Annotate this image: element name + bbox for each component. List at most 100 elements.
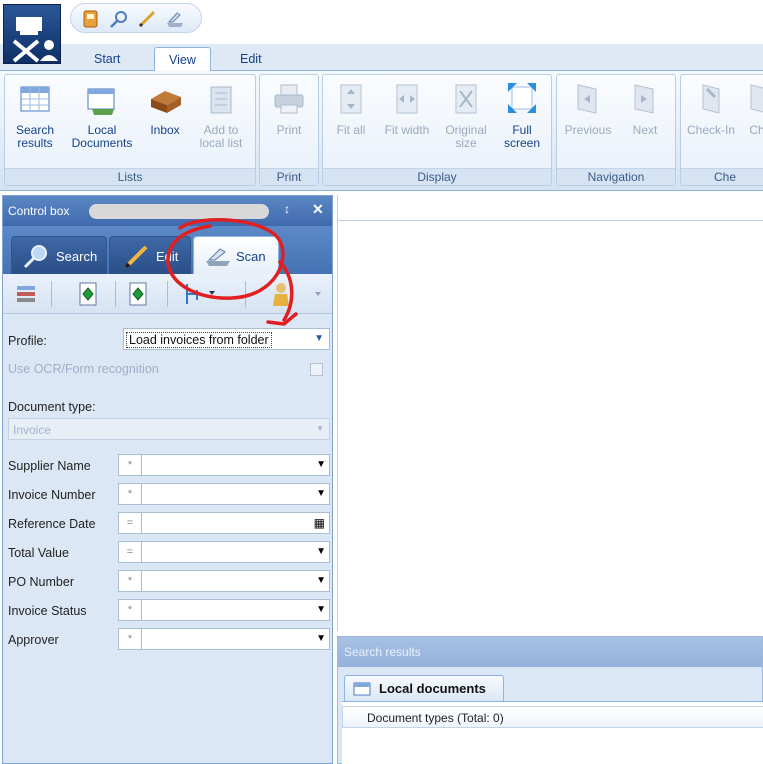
invoice-number-label: Invoice Number [8,488,96,502]
tab-edit-panel[interactable]: Edit [109,236,191,274]
check-out-icon [747,79,763,117]
local-documents-icon [84,79,120,117]
reference-date-label: Reference Date [8,517,96,531]
chevron-down-icon[interactable]: ▼ [316,546,326,557]
po-number-label: PO Number [8,575,74,589]
pencil-icon[interactable] [137,10,157,28]
fit-width-button[interactable]: Fit width [379,79,435,137]
save-icon[interactable] [81,10,101,28]
person-icon[interactable] [265,282,325,306]
tab-start[interactable]: Start [80,47,134,72]
fit-all-button[interactable]: Fit all [327,79,375,137]
scanner-icon [204,245,232,270]
next-button[interactable]: Next [621,79,669,137]
supplier-name-input[interactable]: ▼ [142,454,330,476]
approver-label: Approver [8,633,59,647]
check-in-label: Check-In [686,123,736,137]
document-types-label: Document types (Total: 0) [367,711,504,725]
viewer-toolbar [338,195,763,221]
pin-icon[interactable]: ↕ [284,202,290,216]
scanner-icon[interactable] [165,10,185,28]
split-document-icon[interactable] [183,282,219,306]
chevron-down-icon: ▼ [314,333,324,344]
app-logo-icon[interactable] [3,4,61,64]
inbox-button[interactable]: Inbox [143,79,187,137]
calendar-icon[interactable]: ▦ [314,516,325,530]
full-screen-button[interactable]: Full screen [497,79,547,150]
operator-field[interactable]: * [118,570,142,592]
chevron-down-icon[interactable]: ▼ [316,459,326,470]
check-in-button[interactable]: Check-In [683,79,739,137]
tab-local-documents[interactable]: Local documents [344,675,504,701]
full-screen-icon [504,79,540,117]
import-file-icon[interactable] [77,282,99,306]
operator-field[interactable]: * [118,483,142,505]
display-group: Fit all Fit width Original size Full scr… [322,74,552,186]
display-group-label: Display [323,168,551,185]
printer-icon [271,79,307,117]
search-icon[interactable] [109,10,129,28]
control-box-tabs: Search Edit Scan [3,226,332,274]
operator-field[interactable]: * [118,454,142,476]
toolbar-separator [51,281,52,307]
navigation-group-label: Navigation [557,168,675,185]
document-type-select[interactable]: Invoice ▼ [8,418,330,440]
print-group: Print Print [259,74,319,186]
print-button[interactable]: Print [268,79,310,137]
tab-search[interactable]: Search [11,236,107,274]
fit-all-label: Fit all [336,123,366,137]
lists-group-label: Lists [5,168,255,185]
tab-view[interactable]: View [154,47,211,73]
chevron-down-icon[interactable]: ▼ [316,488,326,499]
full-screen-label: Full screen [503,123,541,150]
original-size-button[interactable]: Original size [441,79,491,150]
profile-select[interactable]: Load invoices from folder ▼ [123,328,330,350]
navigation-group: Previous Next Navigation [556,74,676,186]
table-icon [17,79,53,117]
document-viewer[interactable] [337,195,763,631]
po-number-input[interactable]: ▼ [142,570,330,592]
local-documents-button[interactable]: Local Documents [67,79,137,150]
previous-button[interactable]: Previous [561,79,615,137]
chevron-down-icon[interactable]: ▼ [316,633,326,644]
next-label: Next [632,123,658,137]
invoice-status-input[interactable]: ▼ [142,599,330,621]
import-folder-icon[interactable] [127,282,149,306]
reference-date-input[interactable]: ▦ [142,512,330,534]
list-item[interactable]: Document types (Total: 0) [342,706,763,728]
check-in-icon [693,79,729,117]
ocr-checkbox[interactable] [310,363,323,376]
inbox-icon [147,79,183,117]
approver-input[interactable]: ▼ [142,628,330,650]
control-box-title: Control box [8,204,70,218]
search-results-label: Search results [15,123,55,150]
fit-width-label: Fit width [384,123,430,137]
inbox-label: Inbox [150,123,180,137]
invoice-number-input[interactable]: ▼ [142,483,330,505]
local-documents-icon [353,681,371,700]
operator-field[interactable]: * [118,599,142,621]
operator-field[interactable]: * [118,628,142,650]
document-type-label: Document type: [8,400,96,414]
tab-edit[interactable]: Edit [226,47,276,72]
stack-icon[interactable] [15,282,37,306]
search-results-panel: Search results Local documents Document … [337,636,763,764]
local-documents-label: Local Documents [71,123,133,150]
search-results-button[interactable]: Search results [9,79,61,150]
check-out-button[interactable]: Ch [747,79,763,137]
profile-select-value: Load invoices from folder [126,332,272,348]
close-icon[interactable]: ✕ [312,201,324,218]
total-value-input[interactable]: ▼ [142,541,330,563]
tab-scan[interactable]: Scan [193,236,279,274]
previous-icon [570,79,606,117]
results-list: Document types (Total: 0) [342,701,763,764]
add-to-local-list-button[interactable]: Add to local list [195,79,247,150]
previous-label: Previous [564,123,612,137]
print-group-label: Print [260,168,318,185]
operator-field[interactable]: = [118,512,142,534]
operator-field[interactable]: = [118,541,142,563]
toolbar-separator [167,281,168,307]
search-results-header: Search results [338,637,762,667]
chevron-down-icon[interactable]: ▼ [316,604,326,615]
chevron-down-icon[interactable]: ▼ [316,575,326,586]
